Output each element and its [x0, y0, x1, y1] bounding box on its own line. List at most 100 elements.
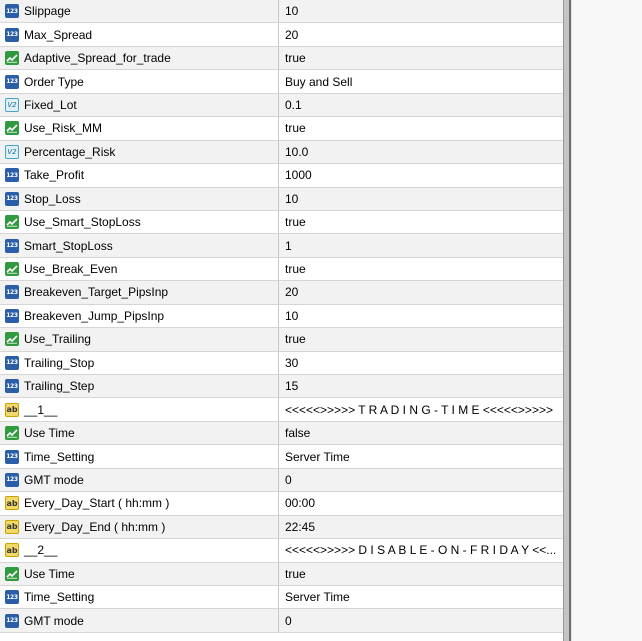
value-cell[interactable]: 10.0	[279, 141, 563, 163]
variable-name: Take_Profit	[24, 168, 85, 183]
variable-cell[interactable]: 123 Smart_StopLoss	[0, 234, 279, 257]
table-row[interactable]: 123 Order Type Buy and Sell	[0, 70, 563, 94]
value-cell[interactable]: 22:45	[279, 516, 563, 538]
integer-type-icon: 123	[5, 613, 19, 628]
value-cell[interactable]: 1	[279, 234, 563, 256]
table-row[interactable]: V2 Fixed_Lot 0.1	[0, 93, 563, 118]
variable-cell[interactable]: 123 Breakeven_Target_PipsInp	[0, 281, 279, 304]
table-row[interactable]: ab __1__ <<<<<>>>>> T R A D I N G - T I M …	[0, 398, 563, 422]
variable-cell[interactable]: ab Every_Day_Start ( hh:mm )	[0, 492, 279, 515]
table-row[interactable]: 123 Stop_Loss 10	[0, 187, 563, 211]
table-row[interactable]: Use Time false	[0, 421, 563, 446]
variable-name: Order Type	[24, 74, 84, 89]
table-row[interactable]: ab Every_Day_End ( hh:mm ) 22:45	[0, 515, 563, 540]
table-row[interactable]: Use_Break_Even true	[0, 257, 563, 282]
double-type-icon: V2	[5, 144, 19, 159]
value-cell[interactable]: 1000	[279, 164, 563, 186]
integer-type-icon: 123	[5, 472, 19, 487]
value-cell[interactable]: 20	[279, 281, 563, 303]
variable-cell[interactable]: ab __1__	[0, 398, 279, 421]
value-cell[interactable]: true	[279, 563, 563, 585]
variable-cell[interactable]: 123 Trailing_Stop	[0, 351, 279, 374]
variable-cell[interactable]: Use Time	[0, 562, 279, 585]
table-row[interactable]: V2 Percentage_Risk 10.0	[0, 140, 563, 165]
variable-cell[interactable]: 123 Breakeven_Jump_PipsInp	[0, 304, 279, 328]
value-cell[interactable]: 10	[279, 188, 563, 210]
variable-cell[interactable]: 123 GMT mode	[0, 468, 279, 492]
value-cell[interactable]: 0	[279, 609, 563, 631]
variable-cell[interactable]: 123 Order Type	[0, 70, 279, 93]
value-cell[interactable]: true	[279, 258, 563, 280]
table-row[interactable]: 123 GMT mode 0	[0, 468, 563, 493]
table-row[interactable]: 123 Trailing_Stop 30	[0, 351, 563, 375]
value-cell[interactable]: true	[279, 47, 563, 69]
table-row[interactable]: 123 Smart_StopLoss 1	[0, 234, 563, 258]
integer-type-icon: 123	[5, 168, 19, 183]
variable-name: Smart_StopLoss	[24, 238, 113, 253]
table-row[interactable]: Use_Risk_MM true	[0, 117, 563, 141]
value-cell[interactable]: 10	[279, 0, 563, 22]
variable-cell[interactable]: Use_Trailing	[0, 328, 279, 351]
value-cell[interactable]: true	[279, 211, 563, 233]
variable-cell[interactable]: 123 Slippage	[0, 0, 279, 23]
table-row[interactable]: 123 Trailing_Step 15	[0, 375, 563, 399]
variable-name: Use_Smart_StopLoss	[24, 215, 141, 230]
value-cell[interactable]: true	[279, 117, 563, 139]
table-row[interactable]: Use_Trailing true	[0, 328, 563, 352]
value-cell[interactable]: <<<<<>>>>> T R A D I N G - T I M E <<<<<…	[279, 398, 563, 420]
table-row[interactable]: 123 Take_Profit 1000	[0, 164, 563, 188]
string-type-icon: ab	[5, 496, 19, 511]
value-cell[interactable]: 30	[279, 352, 563, 374]
variable-cell[interactable]: Use_Risk_MM	[0, 117, 279, 140]
value-cell[interactable]: 0.1	[279, 94, 563, 116]
table-row[interactable]: Use_Smart_StopLoss true	[0, 210, 563, 235]
variable-name: Stop_Loss	[24, 191, 81, 206]
variable-name: Every_Day_End ( hh:mm )	[24, 519, 166, 534]
value-cell[interactable]: Server Time	[279, 445, 563, 467]
value-cell[interactable]: 10	[279, 305, 563, 327]
table-row[interactable]: 123 Breakeven_Jump_PipsInp 10	[0, 304, 563, 329]
table-row[interactable]: Use Time true	[0, 562, 563, 586]
variable-name: Use_Risk_MM	[24, 121, 103, 136]
string-type-icon: ab	[5, 402, 19, 417]
variable-cell[interactable]: V2 Percentage_Risk	[0, 140, 279, 164]
variable-cell[interactable]: 123 Stop_Loss	[0, 187, 279, 210]
variable-cell[interactable]: Use Time	[0, 421, 279, 445]
value-cell[interactable]: Buy and Sell	[279, 70, 563, 92]
value-cell[interactable]: <<<<<>>>>> D I S A B L E - O N - F R I D…	[279, 539, 563, 561]
table-row[interactable]: 123 Time_Setting Server Time	[0, 445, 563, 469]
table-row[interactable]: 123 Breakeven_Target_PipsInp 20	[0, 281, 563, 305]
variable-cell[interactable]: 123 Trailing_Step	[0, 375, 279, 398]
value-cell[interactable]: 00:00	[279, 492, 563, 514]
table-row[interactable]: ab Every_Day_Start ( hh:mm ) 00:00	[0, 492, 563, 516]
value-cell[interactable]: Server Time	[279, 586, 563, 608]
table-row[interactable]: 123 Slippage 10	[0, 0, 563, 24]
variable-cell[interactable]: Use_Smart_StopLoss	[0, 210, 279, 234]
variable-cell[interactable]: 123 Time_Setting	[0, 445, 279, 468]
variable-cell[interactable]: 123 Take_Profit	[0, 164, 279, 187]
variable-cell[interactable]: Adaptive_Spread_for_trade	[0, 46, 279, 70]
variable-cell[interactable]: Use_Break_Even	[0, 257, 279, 281]
boolean-type-icon	[5, 121, 19, 136]
table-row[interactable]: 123 GMT mode 0	[0, 609, 563, 633]
table-row[interactable]: 123 Time_Setting Server Time	[0, 585, 563, 610]
variable-cell[interactable]: V2 Fixed_Lot	[0, 93, 279, 117]
variable-cell[interactable]: ab Every_Day_End ( hh:mm )	[0, 515, 279, 539]
variable-cell[interactable]: 123 Max_Spread	[0, 23, 279, 46]
variable-name: Trailing_Stop	[24, 355, 95, 370]
table-row[interactable]: 123 Max_Spread 20	[0, 23, 563, 47]
value-cell[interactable]: 15	[279, 375, 563, 397]
value-cell[interactable]: 20	[279, 23, 563, 45]
variable-cell[interactable]: 123 GMT mode	[0, 609, 279, 632]
value-cell[interactable]: false	[279, 422, 563, 444]
boolean-type-icon	[5, 51, 19, 66]
variable-cell[interactable]: ab __2__	[0, 539, 279, 562]
table-row[interactable]: ab __2__ <<<<<>>>>> D I S A B L E - O N - …	[0, 539, 563, 563]
integer-type-icon: 123	[5, 4, 19, 19]
parameters-table: 123 Slippage 10 123 Max_Spread 20 Adaptive_Spr…	[0, 0, 563, 641]
value-cell[interactable]: true	[279, 328, 563, 350]
value-cell[interactable]: 0	[279, 469, 563, 491]
double-type-icon: V2	[5, 97, 19, 112]
table-row[interactable]: Adaptive_Spread_for_trade true	[0, 46, 563, 71]
variable-cell[interactable]: 123 Time_Setting	[0, 585, 279, 609]
